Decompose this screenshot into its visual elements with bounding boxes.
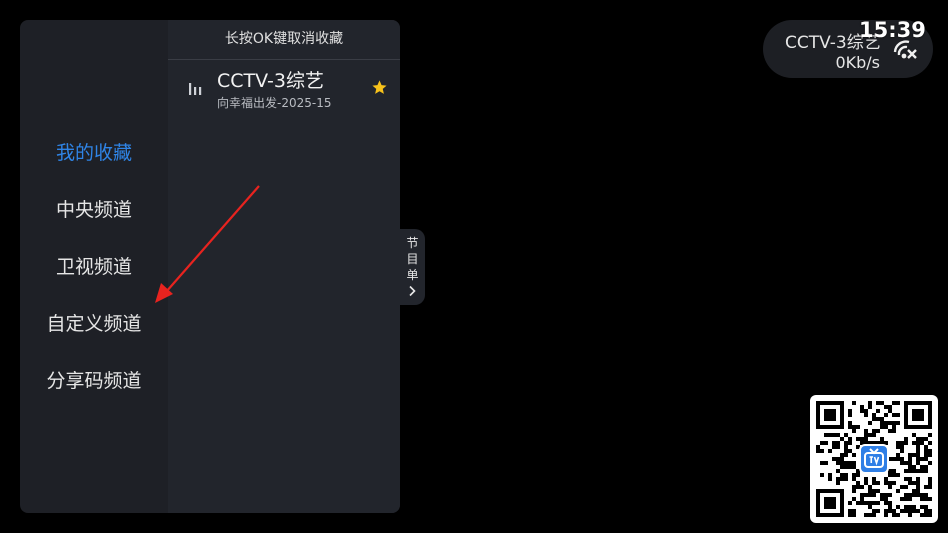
epg-tab-char: 目	[406, 252, 419, 266]
category-favorites[interactable]: 我的收藏	[20, 133, 168, 173]
category-custom[interactable]: 自定义频道	[20, 304, 168, 344]
network-signal-icon	[893, 40, 917, 59]
channel-name: CCTV-3综艺	[217, 70, 324, 92]
channel-list-panel: 我的收藏 中央频道 卫视频道 自定义频道 分享码频道 长按OK键取消收藏 CCT…	[20, 20, 400, 513]
tv-logo-icon	[859, 444, 889, 474]
qr-code	[810, 395, 938, 523]
category-cctv[interactable]: 中央频道	[20, 190, 168, 230]
channel-row[interactable]: CCTV-3综艺 向幸福出发-2025-15	[168, 60, 400, 116]
channel-pane: 长按OK键取消收藏 CCTV-3综艺 向幸福出发-2025-15	[168, 20, 400, 513]
category-list: 我的收藏 中央频道 卫视频道 自定义频道 分享码频道	[20, 20, 168, 513]
epg-tab[interactable]: 节 目 单	[400, 229, 425, 305]
favorite-star-icon[interactable]	[371, 79, 388, 96]
category-share-code[interactable]: 分享码频道	[20, 361, 168, 401]
chevron-right-icon	[409, 285, 416, 297]
playing-bars-icon	[189, 83, 202, 95]
pane-hint-header: 长按OK键取消收藏	[168, 20, 400, 60]
epg-tab-char: 单	[406, 268, 419, 282]
channel-program: 向幸福出发-2025-15	[217, 96, 332, 110]
category-satellite[interactable]: 卫视频道	[20, 247, 168, 287]
network-speed: 0Kb/s	[835, 53, 880, 72]
epg-tab-char: 节	[406, 236, 419, 250]
